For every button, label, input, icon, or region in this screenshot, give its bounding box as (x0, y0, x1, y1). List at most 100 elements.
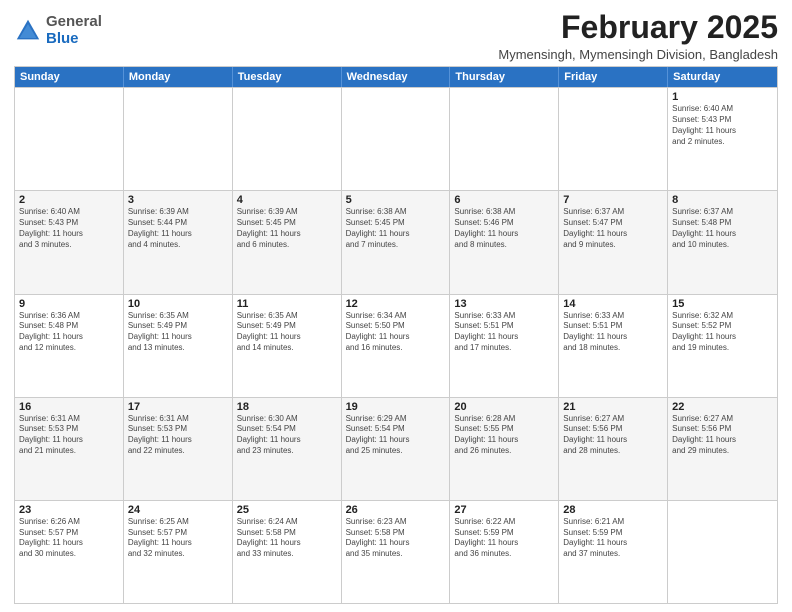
subtitle: Mymensingh, Mymensingh Division, Banglad… (498, 47, 778, 62)
calendar-cell: 1Sunrise: 6:40 AM Sunset: 5:43 PM Daylig… (668, 88, 777, 190)
calendar-body: 1Sunrise: 6:40 AM Sunset: 5:43 PM Daylig… (15, 87, 777, 603)
main-title: February 2025 (498, 10, 778, 45)
calendar-cell (342, 88, 451, 190)
calendar-cell: 26Sunrise: 6:23 AM Sunset: 5:58 PM Dayli… (342, 501, 451, 603)
day-number: 19 (346, 401, 446, 413)
day-number: 15 (672, 298, 773, 310)
day-info: Sunrise: 6:32 AM Sunset: 5:52 PM Dayligh… (672, 311, 773, 354)
header-day-tuesday: Tuesday (233, 67, 342, 87)
calendar: SundayMondayTuesdayWednesdayThursdayFrid… (14, 66, 778, 604)
day-number: 2 (19, 194, 119, 206)
calendar-cell: 27Sunrise: 6:22 AM Sunset: 5:59 PM Dayli… (450, 501, 559, 603)
day-number: 9 (19, 298, 119, 310)
page: General Blue February 2025 Mymensingh, M… (0, 0, 792, 612)
header-day-monday: Monday (124, 67, 233, 87)
calendar-cell: 15Sunrise: 6:32 AM Sunset: 5:52 PM Dayli… (668, 295, 777, 397)
calendar-cell: 24Sunrise: 6:25 AM Sunset: 5:57 PM Dayli… (124, 501, 233, 603)
day-info: Sunrise: 6:39 AM Sunset: 5:44 PM Dayligh… (128, 207, 228, 250)
day-info: Sunrise: 6:33 AM Sunset: 5:51 PM Dayligh… (563, 311, 663, 354)
day-number: 5 (346, 194, 446, 206)
day-info: Sunrise: 6:39 AM Sunset: 5:45 PM Dayligh… (237, 207, 337, 250)
logo-blue: Blue (46, 31, 102, 48)
header-day-saturday: Saturday (668, 67, 777, 87)
day-number: 10 (128, 298, 228, 310)
day-number: 1 (672, 91, 773, 103)
calendar-header: SundayMondayTuesdayWednesdayThursdayFrid… (15, 67, 777, 87)
calendar-cell: 4Sunrise: 6:39 AM Sunset: 5:45 PM Daylig… (233, 191, 342, 293)
day-info: Sunrise: 6:28 AM Sunset: 5:55 PM Dayligh… (454, 414, 554, 457)
day-info: Sunrise: 6:35 AM Sunset: 5:49 PM Dayligh… (128, 311, 228, 354)
day-info: Sunrise: 6:38 AM Sunset: 5:46 PM Dayligh… (454, 207, 554, 250)
calendar-cell (15, 88, 124, 190)
calendar-cell: 19Sunrise: 6:29 AM Sunset: 5:54 PM Dayli… (342, 398, 451, 500)
calendar-cell: 21Sunrise: 6:27 AM Sunset: 5:56 PM Dayli… (559, 398, 668, 500)
day-number: 26 (346, 504, 446, 516)
day-info: Sunrise: 6:40 AM Sunset: 5:43 PM Dayligh… (19, 207, 119, 250)
calendar-cell (450, 88, 559, 190)
calendar-cell: 25Sunrise: 6:24 AM Sunset: 5:58 PM Dayli… (233, 501, 342, 603)
day-number: 6 (454, 194, 554, 206)
day-info: Sunrise: 6:38 AM Sunset: 5:45 PM Dayligh… (346, 207, 446, 250)
day-info: Sunrise: 6:35 AM Sunset: 5:49 PM Dayligh… (237, 311, 337, 354)
header-day-wednesday: Wednesday (342, 67, 451, 87)
day-info: Sunrise: 6:23 AM Sunset: 5:58 PM Dayligh… (346, 517, 446, 560)
day-info: Sunrise: 6:33 AM Sunset: 5:51 PM Dayligh… (454, 311, 554, 354)
day-info: Sunrise: 6:36 AM Sunset: 5:48 PM Dayligh… (19, 311, 119, 354)
day-number: 16 (19, 401, 119, 413)
day-number: 3 (128, 194, 228, 206)
logo-text: General Blue (46, 14, 102, 47)
day-number: 13 (454, 298, 554, 310)
calendar-row-0: 1Sunrise: 6:40 AM Sunset: 5:43 PM Daylig… (15, 87, 777, 190)
title-block: February 2025 Mymensingh, Mymensingh Div… (498, 10, 778, 62)
calendar-cell: 10Sunrise: 6:35 AM Sunset: 5:49 PM Dayli… (124, 295, 233, 397)
day-info: Sunrise: 6:34 AM Sunset: 5:50 PM Dayligh… (346, 311, 446, 354)
calendar-row-3: 16Sunrise: 6:31 AM Sunset: 5:53 PM Dayli… (15, 397, 777, 500)
day-number: 4 (237, 194, 337, 206)
header-day-friday: Friday (559, 67, 668, 87)
calendar-cell: 14Sunrise: 6:33 AM Sunset: 5:51 PM Dayli… (559, 295, 668, 397)
calendar-cell: 5Sunrise: 6:38 AM Sunset: 5:45 PM Daylig… (342, 191, 451, 293)
calendar-row-1: 2Sunrise: 6:40 AM Sunset: 5:43 PM Daylig… (15, 190, 777, 293)
day-number: 22 (672, 401, 773, 413)
day-info: Sunrise: 6:31 AM Sunset: 5:53 PM Dayligh… (19, 414, 119, 457)
logo: General Blue (14, 14, 102, 47)
day-info: Sunrise: 6:31 AM Sunset: 5:53 PM Dayligh… (128, 414, 228, 457)
day-number: 18 (237, 401, 337, 413)
calendar-cell: 3Sunrise: 6:39 AM Sunset: 5:44 PM Daylig… (124, 191, 233, 293)
day-number: 25 (237, 504, 337, 516)
calendar-cell: 18Sunrise: 6:30 AM Sunset: 5:54 PM Dayli… (233, 398, 342, 500)
day-info: Sunrise: 6:30 AM Sunset: 5:54 PM Dayligh… (237, 414, 337, 457)
day-number: 21 (563, 401, 663, 413)
logo-general: General (46, 14, 102, 31)
calendar-cell: 11Sunrise: 6:35 AM Sunset: 5:49 PM Dayli… (233, 295, 342, 397)
day-info: Sunrise: 6:37 AM Sunset: 5:47 PM Dayligh… (563, 207, 663, 250)
day-info: Sunrise: 6:37 AM Sunset: 5:48 PM Dayligh… (672, 207, 773, 250)
day-number: 17 (128, 401, 228, 413)
calendar-cell: 8Sunrise: 6:37 AM Sunset: 5:48 PM Daylig… (668, 191, 777, 293)
day-number: 12 (346, 298, 446, 310)
calendar-cell: 2Sunrise: 6:40 AM Sunset: 5:43 PM Daylig… (15, 191, 124, 293)
day-number: 23 (19, 504, 119, 516)
header: General Blue February 2025 Mymensingh, M… (14, 10, 778, 62)
calendar-cell: 20Sunrise: 6:28 AM Sunset: 5:55 PM Dayli… (450, 398, 559, 500)
day-info: Sunrise: 6:27 AM Sunset: 5:56 PM Dayligh… (672, 414, 773, 457)
day-info: Sunrise: 6:24 AM Sunset: 5:58 PM Dayligh… (237, 517, 337, 560)
day-number: 24 (128, 504, 228, 516)
calendar-cell: 22Sunrise: 6:27 AM Sunset: 5:56 PM Dayli… (668, 398, 777, 500)
day-number: 14 (563, 298, 663, 310)
calendar-row-2: 9Sunrise: 6:36 AM Sunset: 5:48 PM Daylig… (15, 294, 777, 397)
calendar-cell: 7Sunrise: 6:37 AM Sunset: 5:47 PM Daylig… (559, 191, 668, 293)
day-info: Sunrise: 6:27 AM Sunset: 5:56 PM Dayligh… (563, 414, 663, 457)
day-info: Sunrise: 6:40 AM Sunset: 5:43 PM Dayligh… (672, 104, 773, 147)
day-info: Sunrise: 6:25 AM Sunset: 5:57 PM Dayligh… (128, 517, 228, 560)
header-day-thursday: Thursday (450, 67, 559, 87)
calendar-cell: 23Sunrise: 6:26 AM Sunset: 5:57 PM Dayli… (15, 501, 124, 603)
day-info: Sunrise: 6:22 AM Sunset: 5:59 PM Dayligh… (454, 517, 554, 560)
calendar-cell (124, 88, 233, 190)
calendar-cell: 13Sunrise: 6:33 AM Sunset: 5:51 PM Dayli… (450, 295, 559, 397)
day-number: 20 (454, 401, 554, 413)
day-number: 28 (563, 504, 663, 516)
day-number: 8 (672, 194, 773, 206)
day-info: Sunrise: 6:29 AM Sunset: 5:54 PM Dayligh… (346, 414, 446, 457)
calendar-cell (559, 88, 668, 190)
